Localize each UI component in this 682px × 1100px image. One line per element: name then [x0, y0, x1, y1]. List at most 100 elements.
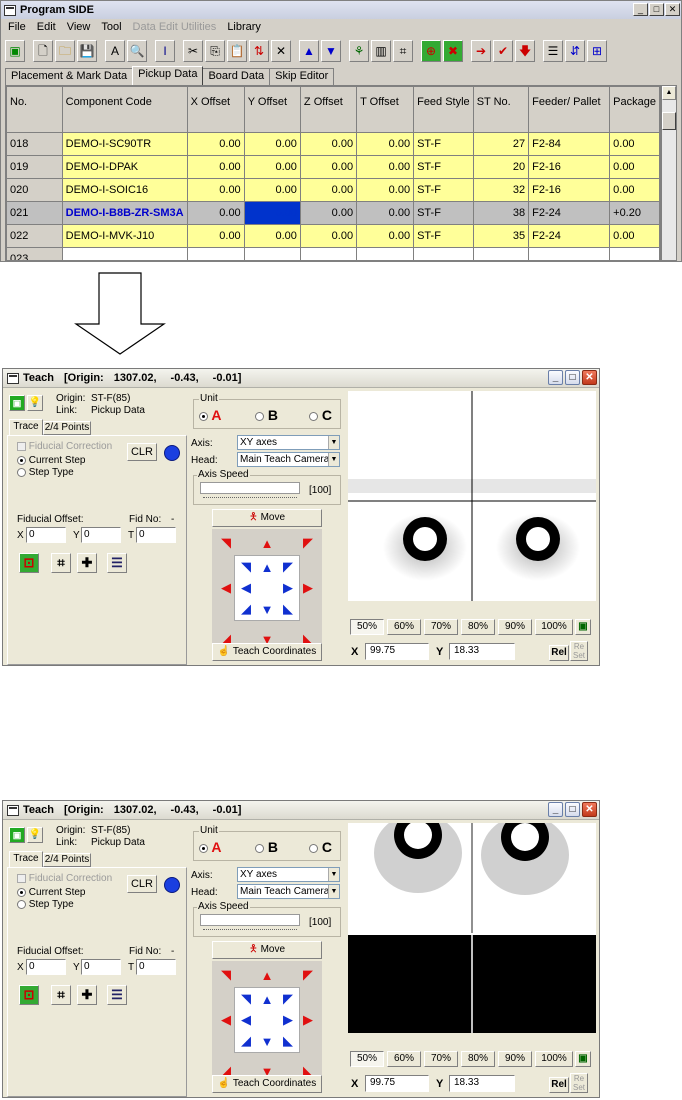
tab-placement-mark-data[interactable]: Placement & Mark Data — [5, 68, 134, 85]
column-header[interactable]: Feeder/ Pallet — [528, 86, 611, 133]
head-select[interactable]: Main Teach Camera ▼ — [237, 884, 340, 899]
current-step-radio[interactable]: Current Step — [17, 455, 85, 466]
cell-y[interactable]: 0.00 — [243, 201, 301, 225]
unit-a-radio[interactable]: A — [199, 839, 222, 855]
head-select[interactable]: Main Teach Camera ▼ — [237, 452, 340, 467]
offset-y-input[interactable]: 0 — [81, 527, 121, 543]
cell-no[interactable]: 021 — [6, 201, 63, 225]
unit-b-radio[interactable]: B — [255, 839, 278, 855]
fine-down-right-button[interactable]: ◣ — [276, 597, 300, 621]
open-folder-icon[interactable]: 🗀 — [55, 40, 75, 62]
zoom-70-button[interactable]: 70% — [424, 619, 458, 635]
text-cursor-icon[interactable]: I — [155, 40, 175, 62]
cell-pkg[interactable] — [609, 247, 660, 260]
close-button[interactable]: ✕ — [582, 370, 597, 385]
cell-z[interactable]: 0.00 — [299, 178, 358, 202]
offset-x-input[interactable]: 0 — [26, 959, 66, 975]
axis-select[interactable]: XY axes ▼ — [237, 867, 340, 882]
unit-a-radio[interactable]: A — [199, 407, 222, 423]
cam-y-input[interactable]: 18.33 — [449, 643, 515, 660]
cell-st[interactable]: 27 — [472, 132, 530, 156]
table-row[interactable]: 020 DEMO-I-SOIC16 0.00 0.00 0.00 0.00 ST-F 32 F2… — [6, 178, 660, 202]
cell-no[interactable]: 019 — [6, 155, 63, 179]
cell-y[interactable]: 0.00 — [243, 132, 301, 156]
camera-icon[interactable]: ⌗ — [393, 40, 413, 62]
grid-target-icon[interactable]: ⌗ — [51, 553, 71, 573]
cell-st[interactable]: 20 — [472, 155, 530, 179]
cell-t[interactable]: 0.00 — [356, 178, 415, 202]
teach-icon[interactable]: ⊕ — [421, 40, 441, 62]
program-icon[interactable]: ▣ — [5, 40, 25, 62]
column-header[interactable]: Component Code — [61, 86, 188, 133]
cell-feeder[interactable] — [528, 247, 611, 260]
arrow-down-icon[interactable]: 🡇 — [515, 40, 535, 62]
cell-z[interactable]: 0.00 — [299, 201, 358, 225]
cell-code[interactable]: DEMO-I-SOIC16 — [61, 178, 188, 202]
step-type-radio[interactable]: Step Type — [17, 467, 74, 478]
cell-t[interactable]: 0.00 — [356, 201, 415, 225]
new-file-icon[interactable]: 🗋 — [33, 40, 53, 62]
zoom-60-button[interactable]: 60% — [387, 1051, 421, 1067]
arrow-right-icon[interactable]: ➔ — [471, 40, 491, 62]
find-icon[interactable]: 🔍 — [127, 40, 147, 62]
tab-2-4-points[interactable]: 2/4 Points — [43, 421, 91, 435]
scroll-thumb[interactable] — [662, 112, 676, 130]
unit-c-radio[interactable]: C — [309, 407, 332, 423]
menu-data-edit-utilities[interactable]: Data Edit Utilities — [133, 21, 217, 37]
cell-y[interactable]: 0.00 — [243, 155, 301, 179]
cell-pkg[interactable]: +0.20 — [609, 201, 660, 225]
menu-edit[interactable]: Edit — [37, 21, 56, 37]
clr-button[interactable]: CLR — [127, 443, 157, 461]
rel-button[interactable]: Rel — [549, 645, 569, 661]
zoom-100-button[interactable]: 100% — [535, 619, 573, 635]
sort-icon[interactable]: ⇵ — [565, 40, 585, 62]
cell-t[interactable] — [356, 247, 415, 260]
grid-target-icon[interactable]: ⌗ — [51, 985, 71, 1005]
menu-tool[interactable]: Tool — [101, 21, 121, 37]
list-panel-icon[interactable]: ☰ — [107, 985, 127, 1005]
list-icon[interactable]: ☰ — [543, 40, 563, 62]
cell-feed[interactable]: ST-F — [413, 201, 474, 225]
lightbulb-icon[interactable]: 💡 — [27, 827, 43, 843]
cell-pkg[interactable]: 0.00 — [609, 178, 660, 202]
cell-x[interactable]: 0.00 — [186, 224, 245, 248]
fiducial-correction-checkbox[interactable]: Fiducial Correction — [17, 873, 112, 884]
column-header[interactable]: ST No. — [472, 86, 530, 133]
cell-feed[interactable] — [413, 247, 474, 260]
menu-library[interactable]: Library — [227, 21, 261, 37]
fine-down-right-button[interactable]: ◣ — [276, 1029, 300, 1053]
cell-pkg[interactable]: 0.00 — [609, 132, 660, 156]
cell-feed[interactable]: ST-F — [413, 132, 474, 156]
jog-up-button[interactable]: ▲ — [255, 963, 279, 987]
move-button[interactable]: 🯅 Move — [212, 509, 322, 527]
close-button[interactable]: ✕ — [582, 802, 597, 817]
font-icon[interactable]: A — [105, 40, 125, 62]
offset-y-input[interactable]: 0 — [81, 959, 121, 975]
jog-up-right-button[interactable]: ◤ — [296, 963, 320, 987]
cell-feeder[interactable]: F2-16 — [528, 178, 611, 202]
cell-no[interactable]: 018 — [6, 132, 63, 156]
fiducial-icon[interactable]: ⊡ — [19, 553, 39, 573]
cell-code[interactable]: DEMO-I-SC90TR — [61, 132, 188, 156]
cell-code[interactable]: DEMO-I-MVK-J10 — [61, 224, 188, 248]
lightbulb-icon[interactable]: 💡 — [27, 395, 43, 411]
cell-x[interactable]: 0.00 — [186, 155, 245, 179]
menu-file[interactable]: File — [8, 21, 26, 37]
cell-pkg[interactable]: 0.00 — [609, 224, 660, 248]
jog-up-button[interactable]: ▲ — [255, 531, 279, 555]
maximize-button[interactable]: □ — [565, 370, 580, 385]
cell-y[interactable]: 0.00 — [243, 178, 301, 202]
column-header[interactable]: No. — [6, 86, 63, 133]
cell-feeder[interactable]: F2-24 — [528, 201, 611, 225]
table-row[interactable]: 022 DEMO-I-MVK-J10 0.00 0.00 0.00 0.00 ST-F 35 F… — [6, 224, 660, 248]
list-panel-icon[interactable]: ☰ — [107, 553, 127, 573]
cell-x[interactable]: 0.00 — [186, 201, 245, 225]
cell-z[interactable]: 0.00 — [299, 224, 358, 248]
rel-button[interactable]: Rel — [549, 1077, 569, 1093]
cell-st[interactable]: 38 — [472, 201, 530, 225]
cam-y-input[interactable]: 18.33 — [449, 1075, 515, 1092]
cell-st[interactable]: 35 — [472, 224, 530, 248]
step-type-radio[interactable]: Step Type — [17, 899, 74, 910]
copy-icon[interactable]: ⎘ — [205, 40, 225, 62]
zoom-100-button[interactable]: 100% — [535, 1051, 573, 1067]
